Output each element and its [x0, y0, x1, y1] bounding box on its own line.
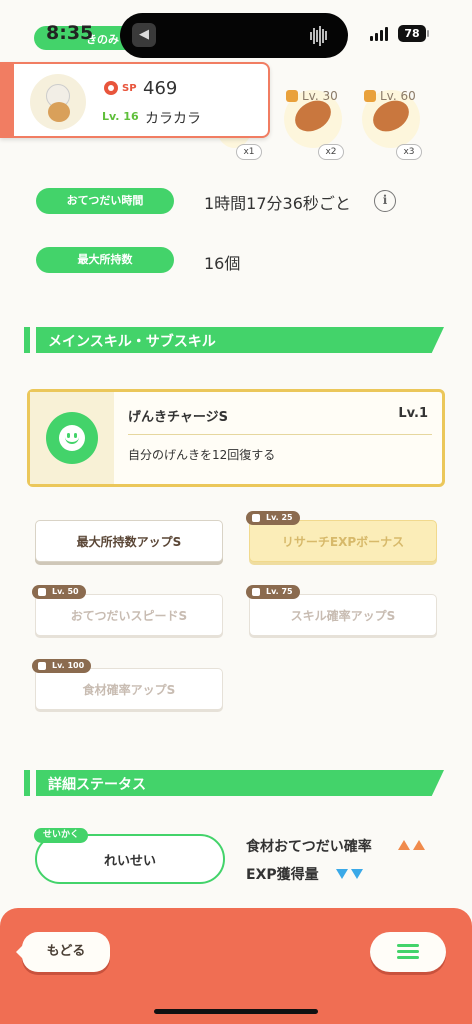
details-section-header: 詳細ステータス: [24, 770, 444, 796]
pokemon-level: Lv. 16: [102, 110, 139, 123]
card-stripe: [0, 62, 14, 138]
home-indicator[interactable]: [154, 1009, 318, 1014]
help-time-label: おてつだい時間: [36, 188, 174, 214]
menu-button[interactable]: [370, 932, 446, 972]
dynamic-island: ◀: [120, 13, 348, 58]
sub-skill-lock-tag: Lv. 100: [32, 659, 92, 673]
section-bar: [24, 770, 30, 796]
ingredient-qty: x1: [236, 144, 262, 160]
menu-icon-line: [397, 950, 419, 953]
lock-icon: [38, 662, 46, 670]
sub-skill-4[interactable]: スキル確率アップS: [249, 594, 437, 636]
main-skill-description: 自分のげんきを12回復する: [128, 448, 276, 462]
main-skill-name: げんきチャージS: [128, 410, 228, 425]
battery-icon: 78: [398, 25, 426, 42]
help-time-value: 1時間17分36秒ごと: [204, 194, 351, 213]
lock-icon: [364, 90, 376, 102]
pokemon-card[interactable]: SP 469 Lv. 16 カラカラ: [0, 62, 270, 138]
avatar-body: [48, 102, 70, 122]
pokemon-avatar: [30, 74, 86, 130]
signal-icon: [370, 27, 390, 41]
sp-value: 469: [143, 78, 178, 99]
down-arrow-icon: [351, 869, 363, 879]
sub-skill-3[interactable]: おてつだいスピードS: [35, 594, 223, 636]
lock-icon: [252, 588, 260, 596]
ingredient-qty: x3: [396, 144, 422, 160]
clock: 8:35: [46, 22, 94, 44]
ingredient-level: Lv. 60: [380, 89, 416, 103]
max-carry-value: 16個: [204, 254, 241, 273]
smile-face: [59, 425, 85, 451]
smile-icon: [46, 412, 98, 464]
battery-cap: [427, 30, 429, 37]
max-carry-label: 最大所持数: [36, 247, 174, 273]
divider: [128, 434, 432, 435]
lock-icon: [286, 90, 298, 102]
up-arrow-icon: [413, 840, 425, 850]
down-arrow-icon: [336, 869, 348, 879]
pokemon-name: カラカラ: [145, 111, 201, 127]
menu-icon-line: [397, 956, 419, 959]
smile-mouth: [65, 437, 79, 444]
sub-skill-2[interactable]: リサーチEXPボーナス: [249, 520, 437, 562]
skills-section-header: メインスキル・サブスキル: [24, 327, 444, 353]
sub-skill-5[interactable]: 食材確率アップS: [35, 668, 223, 710]
bottom-bar: もどる: [0, 908, 472, 1024]
sub-skill-1[interactable]: 最大所持数アップS: [35, 520, 223, 562]
nature-tag: せいかく: [34, 828, 88, 843]
section-bar: [24, 327, 30, 353]
ingredient-qty: x2: [318, 144, 344, 160]
section-title: メインスキル・サブスキル: [48, 334, 216, 350]
menu-icon-line: [397, 944, 419, 947]
speaker-icon: ◀: [132, 23, 156, 47]
pokeball-icon: [104, 81, 118, 95]
main-skill-card[interactable]: げんきチャージS Lv.1 自分のげんきを12回復する: [27, 389, 445, 487]
status-bar: きのみ 8:35 ◀ 78: [0, 0, 472, 58]
nature-up-label: 食材おてつだい確率: [246, 839, 372, 855]
section-title: 詳細ステータス: [48, 777, 146, 793]
sub-skill-lock-tag: Lv. 25: [246, 511, 300, 525]
up-arrow-icon: [398, 840, 410, 850]
audio-wave-icon: [310, 25, 332, 46]
lock-level: Lv. 25: [266, 513, 293, 522]
lock-icon: [252, 514, 260, 522]
nature-value: れいせい: [103, 854, 156, 869]
sub-skill-lock-tag: Lv. 50: [32, 585, 86, 599]
ingredient-slot-3[interactable]: Lv. 60 x3: [360, 82, 422, 160]
sp-label: SP: [122, 83, 137, 94]
lock-icon: [38, 588, 46, 596]
lock-level: Lv. 50: [52, 587, 79, 596]
ingredient-slot-2[interactable]: Lv. 30 x2: [282, 82, 344, 160]
ingredient-level: Lv. 30: [302, 89, 338, 103]
nature-down-label: EXP獲得量: [246, 867, 319, 883]
sub-skill-lock-tag: Lv. 75: [246, 585, 300, 599]
main-skill-level: Lv.1: [398, 406, 428, 421]
lock-level: Lv. 100: [52, 661, 85, 670]
skill-icon-background: [30, 392, 114, 484]
back-button[interactable]: もどる: [16, 932, 110, 972]
info-icon[interactable]: i: [374, 190, 396, 212]
lock-level: Lv. 75: [266, 587, 293, 596]
